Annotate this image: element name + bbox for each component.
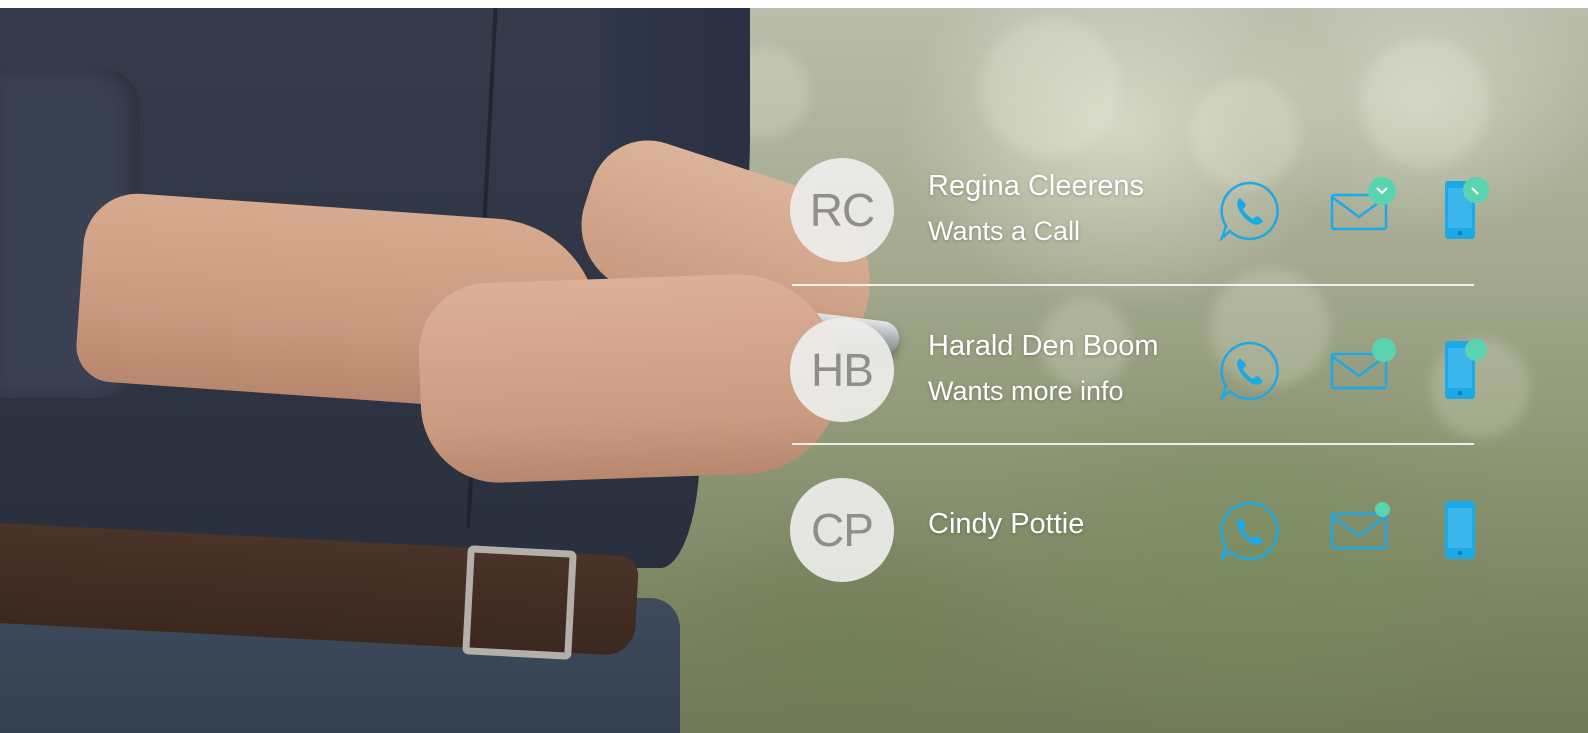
whatsapp-button[interactable] [1218,500,1280,562]
row-divider [792,284,1474,286]
whatsapp-icon [1219,501,1279,562]
mobile-button[interactable] [1443,499,1477,561]
check-badge [1463,177,1489,203]
contact-name: Cindy Pottie [928,508,1085,540]
contact-list: RC Regina Cleerens Wants a Call HB Haral… [0,0,1588,733]
whatsapp-button[interactable] [1218,180,1280,242]
contact-name: Harald Den Boom [928,330,1159,362]
contact-status: Wants a Call [928,216,1081,246]
notification-dot [1372,338,1396,362]
check-badge [1368,177,1396,205]
whatsapp-icon [1219,181,1279,242]
whatsapp-button[interactable] [1218,340,1280,402]
check-icon [1376,187,1388,195]
contact-status: Wants more info [928,376,1124,406]
mail-button[interactable] [1330,502,1390,552]
notification-dot [1375,502,1390,517]
notification-dot [1465,339,1487,361]
mobile-phone-icon [1445,501,1475,559]
contact-name: Regina Cleerens [928,170,1145,202]
whatsapp-icon [1219,341,1279,402]
mail-button[interactable] [1330,177,1396,233]
row-divider [792,443,1474,445]
avatar: RC [790,158,894,262]
avatar: CP [790,478,894,582]
mobile-button[interactable] [1443,339,1487,401]
mobile-button[interactable] [1443,177,1489,241]
check-icon [1471,187,1479,195]
avatar: HB [790,318,894,422]
mail-button[interactable] [1330,338,1396,392]
